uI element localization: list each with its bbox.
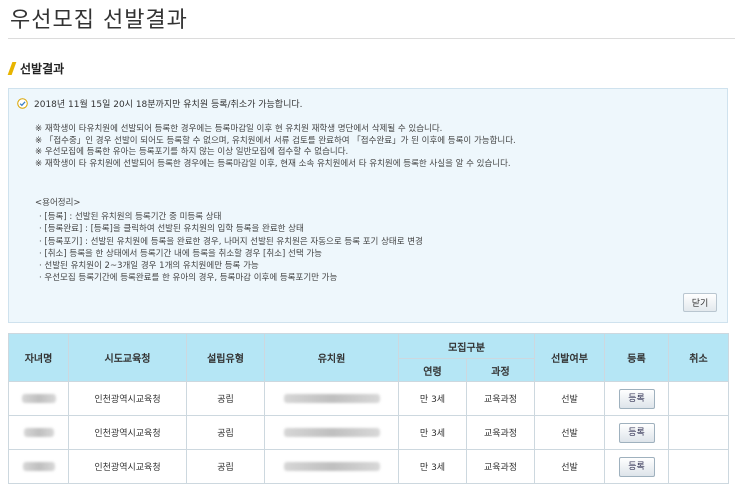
notice-deadline-text: 2018년 11월 15일 20시 18분까지만 유치원 등록/취소가 가능합니… <box>34 100 303 110</box>
redacted-kindergarten <box>283 427 380 437</box>
redacted-name <box>21 393 56 403</box>
age-cell: 만 3세 <box>398 415 467 450</box>
type-cell: 공립 <box>186 449 265 484</box>
glossary-item: · 우선모집 등록기간에 등록완료를 한 유아의 경우, 등록마감 이후에 등록… <box>39 273 338 284</box>
title-divider <box>8 38 735 39</box>
register-cell: 등록 <box>604 381 669 416</box>
course-cell: 교육과정 <box>466 381 535 416</box>
course-cell: 교육과정 <box>466 449 535 484</box>
child-name-cell <box>8 381 69 416</box>
check-circle-icon <box>17 98 28 109</box>
section-title: 선발결과 <box>20 62 65 76</box>
glossary-item: · [취소] 등록을 한 상태에서 등록기간 내에 등록을 취소할 경우 [취소… <box>39 248 322 259</box>
selection-cell: 선발 <box>534 415 605 450</box>
redacted-kindergarten <box>283 461 380 471</box>
office-cell: 인천광역시교육청 <box>68 415 187 450</box>
notice-row: 2018년 11월 15일 20시 18분까지만 유치원 등록/취소가 가능합니… <box>17 97 303 110</box>
kindergarten-cell <box>264 381 399 416</box>
register-button[interactable]: 등록 <box>618 388 655 409</box>
table-row: 인천광역시교육청 공립 만 3세 교육과정 선발 등록 <box>8 381 729 416</box>
register-button[interactable]: 등록 <box>618 422 655 443</box>
header-type: 설립유형 <box>186 333 265 382</box>
header-selection: 선발여부 <box>534 333 605 382</box>
redacted-kindergarten <box>283 393 380 403</box>
cancel-cell <box>668 415 729 450</box>
results-table: 자녀명 시도교육청 설립유형 유치원 모집구분 선발여부 등록 취소 연령 과정… <box>8 333 729 484</box>
glossary-item: · 선발된 유치원이 2~3개일 경우 1개의 유치원에만 등록 가능 <box>39 261 259 272</box>
register-button[interactable]: 등록 <box>618 456 655 477</box>
page-title: 우선모집 선발결과 <box>10 8 188 33</box>
type-cell: 공립 <box>186 381 265 416</box>
header-recruit-group: 모집구분 <box>398 333 535 359</box>
selection-cell: 선발 <box>534 449 605 484</box>
selection-cell: 선발 <box>534 381 605 416</box>
rule-item: ※ 재학생이 타유치원에 선발되어 등록한 경우에는 등록마감일 이후 현 유치… <box>35 124 443 134</box>
redacted-name <box>22 461 55 471</box>
table-row: 인천광역시교육청 공립 만 3세 교육과정 선발 등록 <box>8 449 729 484</box>
glossary-title: <용어정리> <box>35 198 81 208</box>
rule-item: ※ 재학생이 타 유치원에 선발되어 등록한 경우에는 등록마감일 이후, 현재… <box>35 158 511 169</box>
office-cell: 인천광역시교육청 <box>68 381 187 416</box>
kindergarten-cell <box>264 449 399 484</box>
glossary-item: · [등록] : 선발된 유치원의 등록기간 중 미등록 상태 <box>39 212 222 222</box>
header-office: 시도교육청 <box>68 333 187 382</box>
age-cell: 만 3세 <box>398 449 467 484</box>
type-cell: 공립 <box>186 415 265 450</box>
register-cell: 등록 <box>604 415 669 450</box>
section-heading: 선발결과 <box>7 60 65 77</box>
header-course: 과정 <box>466 358 535 382</box>
rule-item: ※ 우선모집에 등록한 유아는 등록포기를 하지 않는 이상 일반모집에 접수할… <box>35 147 349 157</box>
header-child-name: 자녀명 <box>8 333 69 382</box>
table-row: 인천광역시교육청 공립 만 3세 교육과정 선발 등록 <box>8 415 729 450</box>
child-name-cell <box>8 449 69 484</box>
cancel-cell <box>668 381 729 416</box>
rule-item: ※ 「접수중」인 경우 선발이 되어도 등록할 수 없으며, 유치원에서 서류 … <box>35 135 516 146</box>
glossary-item: · [등록포기] : 선발된 유치원에 등록을 완료한 경우, 나머지 선발된 … <box>39 236 423 247</box>
child-name-cell <box>8 415 69 450</box>
register-cell: 등록 <box>604 449 669 484</box>
close-button[interactable]: 닫기 <box>683 293 717 312</box>
redacted-name <box>23 427 54 437</box>
rules-list: ※ 재학생이 타유치원에 선발되어 등록한 경우에는 등록마감일 이후 현 유치… <box>35 124 725 170</box>
kindergarten-cell <box>264 415 399 450</box>
heading-marker-icon <box>7 62 17 75</box>
glossary: <용어정리> · [등록] : 선발된 유치원의 등록기간 중 미등록 상태 ·… <box>35 197 725 285</box>
header-cancel: 취소 <box>668 333 729 382</box>
header-age: 연령 <box>398 358 467 382</box>
age-cell: 만 3세 <box>398 381 467 416</box>
course-cell: 교육과정 <box>466 415 535 450</box>
header-register: 등록 <box>604 333 669 382</box>
office-cell: 인천광역시교육청 <box>68 449 187 484</box>
header-kindergarten: 유치원 <box>264 333 399 382</box>
cancel-cell <box>668 449 729 484</box>
notice-box: 2018년 11월 15일 20시 18분까지만 유치원 등록/취소가 가능합니… <box>8 88 728 323</box>
glossary-item: · [등록완료] : [등록]을 클릭하여 선발된 유치원의 입학 등록을 완료… <box>39 224 304 235</box>
